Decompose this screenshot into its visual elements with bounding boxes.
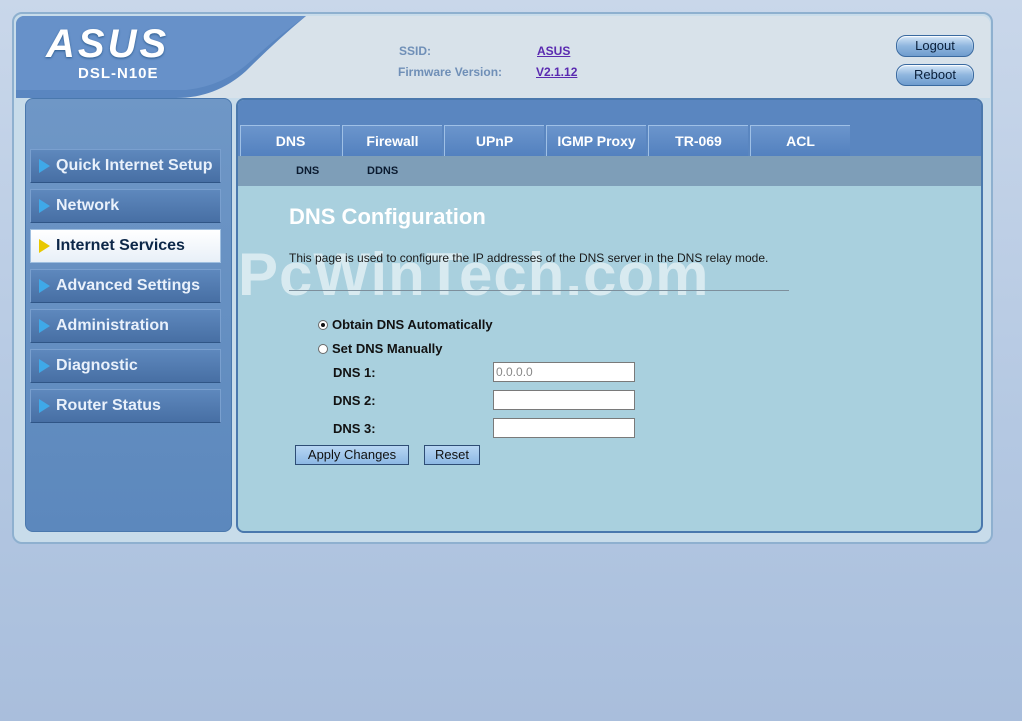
content-panel: DNS Firewall UPnP IGMP Proxy TR-069 ACL …	[236, 98, 983, 533]
ssid-value[interactable]: ASUS	[537, 44, 570, 58]
sidebar: Quick Internet Setup Network Internet Se…	[25, 98, 232, 532]
dns1-input[interactable]	[493, 362, 635, 382]
arrow-right-icon	[39, 199, 50, 213]
tab-upnp[interactable]: UPnP	[444, 125, 544, 156]
dns3-input[interactable]	[493, 418, 635, 438]
dns3-label: DNS 3:	[333, 421, 376, 436]
sidebar-item-label: Quick Internet Setup	[56, 157, 213, 174]
tab-tr-069[interactable]: TR-069	[648, 125, 748, 156]
sidebar-item-advanced-settings[interactable]: Advanced Settings	[30, 269, 221, 303]
arrow-right-icon	[39, 159, 50, 173]
sidebar-item-quick-internet-setup[interactable]: Quick Internet Setup	[30, 149, 221, 183]
tab-firewall[interactable]: Firewall	[342, 125, 442, 156]
asus-logo: ASUS	[46, 22, 170, 66]
arrow-right-icon	[39, 279, 50, 293]
sidebar-item-router-status[interactable]: Router Status	[30, 389, 221, 423]
sidebar-item-label: Internet Services	[56, 237, 185, 254]
sidebar-item-label: Diagnostic	[56, 357, 138, 374]
apply-changes-button[interactable]: Apply Changes	[295, 445, 409, 465]
radio-label: Obtain DNS Automatically	[332, 317, 493, 332]
dns2-label: DNS 2:	[333, 393, 376, 408]
radio-obtain-dns-automatically[interactable]: Obtain DNS Automatically	[318, 317, 493, 332]
tab-acl[interactable]: ACL	[750, 125, 850, 156]
reboot-button[interactable]: Reboot	[896, 64, 974, 86]
reset-button[interactable]: Reset	[424, 445, 480, 465]
sidebar-item-label: Administration	[56, 317, 169, 334]
sidebar-item-label: Router Status	[56, 397, 161, 414]
radio-button-selected[interactable]	[318, 319, 328, 330]
sidebar-item-administration[interactable]: Administration	[30, 309, 221, 343]
logo-block: ASUS DSL-N10E	[16, 16, 346, 98]
dns1-label: DNS 1:	[333, 365, 376, 380]
header: ASUS DSL-N10E SSID: ASUS Firmware Versio…	[16, 16, 990, 98]
arrow-right-icon	[39, 319, 50, 333]
tab-igmp-proxy[interactable]: IGMP Proxy	[546, 125, 646, 156]
tab-bar: DNS Firewall UPnP IGMP Proxy TR-069 ACL	[238, 100, 981, 156]
arrow-right-icon	[39, 399, 50, 413]
radio-button[interactable]	[318, 343, 328, 354]
page-description: This page is used to configure the IP ad…	[289, 251, 769, 265]
divider	[289, 290, 789, 291]
sidebar-item-label: Network	[56, 197, 120, 214]
subtab-bar: DNS DDNS	[238, 156, 981, 186]
logout-button[interactable]: Logout	[896, 35, 974, 57]
tab-dns[interactable]: DNS	[240, 125, 340, 156]
sidebar-item-label: Advanced Settings	[56, 277, 201, 294]
firmware-label: Firmware Version:	[398, 65, 503, 79]
sidebar-item-diagnostic[interactable]: Diagnostic	[30, 349, 221, 383]
arrow-right-icon	[39, 239, 50, 253]
sidebar-item-internet-services[interactable]: Internet Services	[30, 229, 221, 263]
ssid-label: SSID:	[399, 44, 432, 58]
radio-label: Set DNS Manually	[332, 341, 443, 356]
radio-set-dns-manually[interactable]: Set DNS Manually	[318, 341, 443, 356]
subtab-ddns[interactable]: DDNS	[367, 165, 398, 177]
firmware-value[interactable]: V2.1.12	[536, 65, 577, 79]
dns2-input[interactable]	[493, 390, 635, 410]
model-name: DSL-N10E	[78, 65, 159, 82]
subtab-dns[interactable]: DNS	[296, 165, 319, 177]
arrow-right-icon	[39, 359, 50, 373]
page-title: DNS Configuration	[289, 204, 486, 229]
sidebar-item-network[interactable]: Network	[30, 189, 221, 223]
